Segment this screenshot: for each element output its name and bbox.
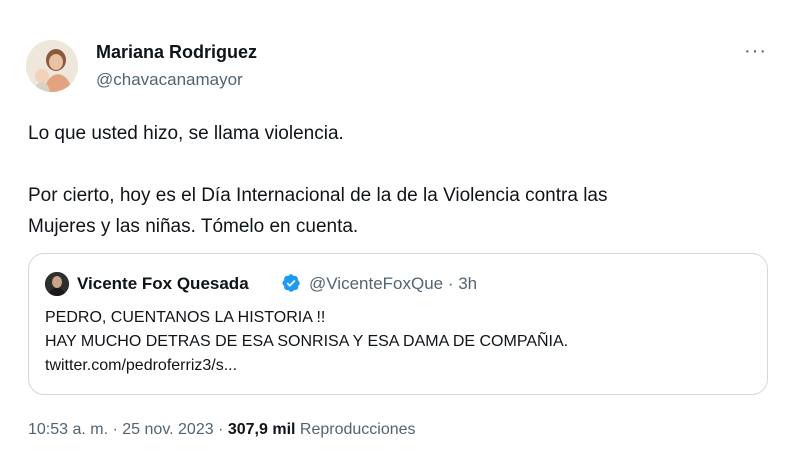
separator: · bbox=[112, 421, 123, 438]
author-avatar[interactable] bbox=[26, 40, 78, 92]
quoted-link[interactable]: twitter.com/pedroferriz3/s... bbox=[45, 354, 568, 378]
tweet-time[interactable]: 10:53 a. m. bbox=[28, 421, 108, 438]
more-options-icon[interactable]: ··· bbox=[744, 40, 767, 63]
tweet-text: Lo que usted hizo, se llama violencia. P… bbox=[28, 118, 773, 242]
quoted-tweet-text: PEDRO, CUENTANOS LA HISTORIA !! HAY MUCH… bbox=[45, 306, 568, 378]
quoted-author-avatar bbox=[45, 272, 69, 296]
separator: · bbox=[218, 421, 228, 438]
tweet-text-line: Mujeres y las niñas. Tómelo en cuenta. bbox=[28, 216, 359, 237]
views-label: Reproducciones bbox=[299, 421, 416, 438]
quoted-author-handle: @VicenteFoxQue · 3h bbox=[309, 274, 478, 293]
tweet-card: Mariana Rodriguez @chavacanamayor ··· Lo… bbox=[0, 0, 800, 460]
quoted-text-line: PEDRO, CUENTANOS LA HISTORIA !! bbox=[45, 309, 326, 326]
tweet-date[interactable]: 25 nov. 2023 bbox=[122, 421, 213, 438]
quoted-tweet[interactable]: Vicente Fox Quesada @VicenteFoxQue · 3h … bbox=[28, 253, 768, 395]
author-name[interactable]: Mariana Rodriguez bbox=[96, 42, 257, 63]
quoted-text-line: HAY MUCHO DETRAS DE ESA SONRISA Y ESA DA… bbox=[45, 333, 569, 350]
author-handle[interactable]: @chavacanamayor bbox=[96, 70, 243, 90]
views-count: 307,9 mil bbox=[227, 421, 296, 438]
tweet-meta: 10:53 a. m. · 25 nov. 2023 · 307,9 mil R… bbox=[28, 421, 416, 439]
tweet-text-line: Lo que usted hizo, se llama violencia. bbox=[28, 123, 344, 144]
verified-badge-icon bbox=[282, 274, 300, 292]
quoted-author-name: Vicente Fox Quesada bbox=[77, 274, 249, 293]
tweet-text-line: Por cierto, hoy es el Día Internacional … bbox=[28, 185, 608, 206]
